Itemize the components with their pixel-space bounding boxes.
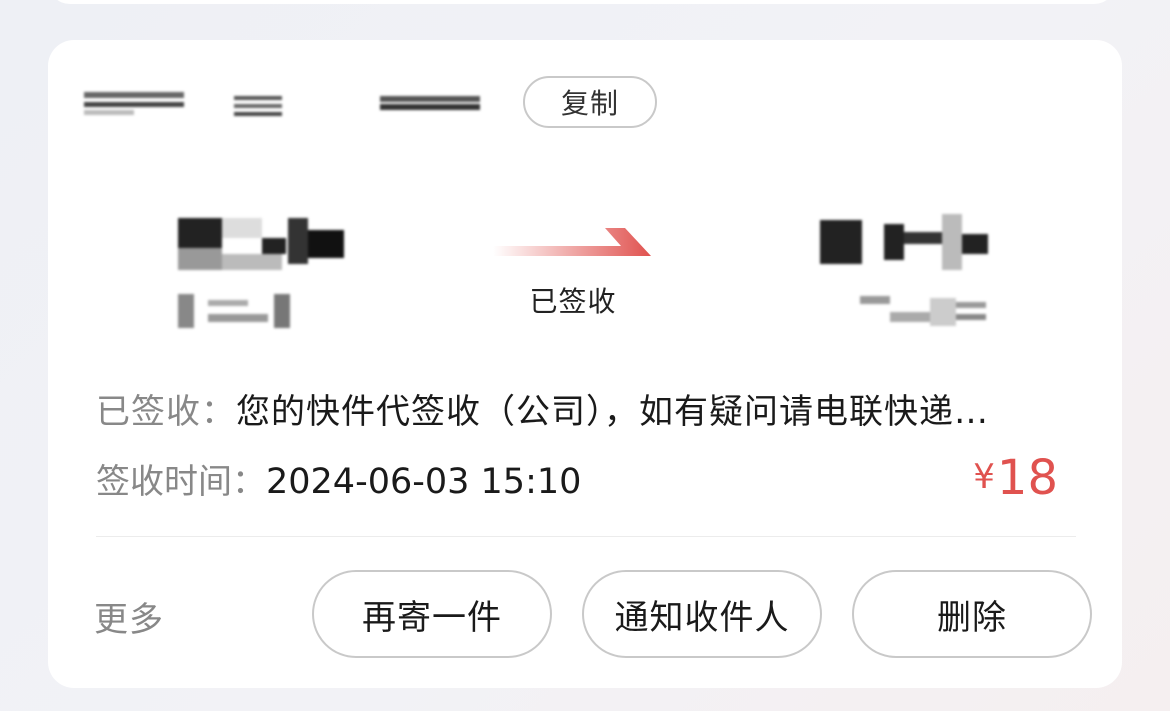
price: ¥18: [973, 450, 1058, 506]
delivery-status-label: 已签收: [529, 285, 617, 318]
latest-update-text: 您的快件代签收（公司），如有疑问请电联快递…: [236, 392, 989, 432]
more-button[interactable]: 更多: [94, 592, 164, 641]
order-card: 复制 已签收 已签收：您的快件代签收（公司），如有疑问请电联快递… 签收时间：2…: [48, 40, 1122, 688]
signed-time-value: 2024-06-03 15:10: [266, 462, 582, 502]
copy-tracking-button[interactable]: 复制: [523, 76, 657, 128]
sender-city-redacted: [178, 218, 348, 274]
signed-time-label: 签收时间：: [96, 462, 266, 502]
tracking-number-redacted: [84, 88, 480, 120]
latest-update-row: 已签收：您的快件代签收（公司），如有疑问请电联快递…: [96, 384, 989, 433]
sender-name-redacted: [178, 294, 308, 330]
latest-update-label: 已签收：: [96, 392, 236, 432]
receiver-city-redacted: [820, 214, 990, 270]
signed-time-row: 签收时间：2024-06-03 15:10: [96, 454, 581, 503]
route-arrow-icon: [493, 228, 651, 256]
price-currency: ¥: [973, 457, 995, 497]
receiver-name-redacted: [860, 292, 990, 332]
price-amount: 18: [996, 450, 1058, 506]
delete-button[interactable]: 删除: [852, 570, 1092, 658]
notify-recipient-button[interactable]: 通知收件人: [582, 570, 822, 658]
divider: [96, 536, 1076, 537]
previous-order-card: [48, 0, 1116, 4]
resend-button[interactable]: 再寄一件: [312, 570, 552, 658]
